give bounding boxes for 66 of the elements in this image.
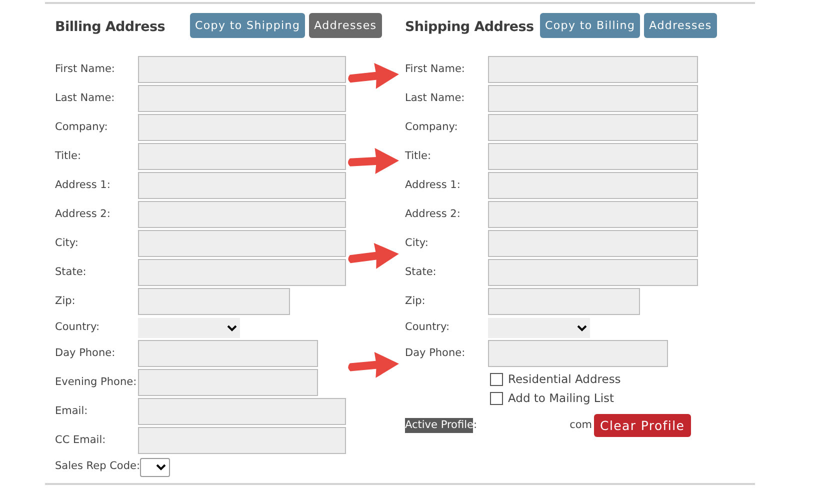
input-field[interactable] bbox=[488, 143, 698, 170]
field-label: Country: bbox=[55, 320, 100, 335]
input-field[interactable] bbox=[138, 369, 318, 396]
field-label: Sales Rep Code: bbox=[55, 459, 140, 474]
addresses-button[interactable]: Addresses bbox=[309, 13, 382, 38]
checkbox-label: Add to Mailing List bbox=[508, 390, 614, 407]
field-label: Address 2: bbox=[405, 206, 462, 222]
field-label: First Name: bbox=[55, 62, 116, 77]
input-field[interactable] bbox=[138, 427, 346, 454]
field-label: Email: bbox=[55, 404, 89, 419]
field-label: City: bbox=[55, 236, 80, 251]
profile-value: com bbox=[570, 418, 592, 431]
input-field[interactable] bbox=[138, 288, 290, 315]
field-label: Evening Phone: bbox=[55, 374, 138, 390]
field-label: Company: bbox=[405, 120, 459, 135]
field-label: Address 1: bbox=[405, 178, 462, 193]
field-label: State: bbox=[405, 264, 438, 280]
input-field[interactable] bbox=[138, 172, 346, 199]
addresses-button[interactable]: Addresses bbox=[644, 13, 717, 38]
section-heading: Shipping Address bbox=[405, 18, 535, 37]
input-field[interactable] bbox=[488, 288, 640, 315]
country-select[interactable] bbox=[488, 318, 590, 338]
copy-button[interactable]: Copy to Billing bbox=[540, 13, 640, 38]
input-field[interactable] bbox=[488, 85, 698, 112]
input-field[interactable] bbox=[138, 398, 346, 425]
profile-label: Active Profile bbox=[405, 418, 474, 434]
checkbox-label: Residential Address bbox=[508, 370, 621, 388]
input-field[interactable] bbox=[488, 56, 698, 83]
field-label: Address 1: bbox=[55, 178, 112, 193]
field-label: Country: bbox=[405, 320, 450, 335]
input-field[interactable] bbox=[488, 172, 698, 199]
checkbox[interactable] bbox=[490, 373, 503, 386]
field-label: Last Name: bbox=[405, 90, 466, 106]
field-label: Day Phone: bbox=[405, 346, 466, 361]
section-heading: Billing Address bbox=[55, 18, 166, 37]
input-field[interactable] bbox=[138, 114, 346, 141]
field-label: Company: bbox=[55, 120, 109, 135]
input-field[interactable] bbox=[138, 56, 346, 83]
field-label: First Name: bbox=[405, 62, 466, 77]
field-label: Last Name: bbox=[55, 90, 116, 106]
input-field[interactable] bbox=[138, 201, 346, 228]
copy-button[interactable]: Copy to Shipping bbox=[190, 13, 306, 38]
field-label: Title: bbox=[55, 148, 82, 164]
field-label: Day Phone: bbox=[55, 346, 116, 361]
input-field[interactable] bbox=[138, 230, 346, 257]
input-field[interactable] bbox=[488, 230, 698, 257]
input-field[interactable] bbox=[488, 340, 668, 367]
field-label: Zip: bbox=[55, 294, 76, 309]
field-label: Address 2: bbox=[55, 206, 112, 222]
input-field[interactable] bbox=[138, 259, 346, 286]
field-label: CC Email: bbox=[55, 432, 107, 448]
field-label: City: bbox=[405, 236, 430, 251]
input-field[interactable] bbox=[488, 201, 698, 228]
clear-profile-button[interactable]: Clear Profile bbox=[594, 414, 691, 437]
field-label: Title: bbox=[405, 148, 432, 164]
input-field[interactable] bbox=[138, 85, 346, 112]
checkbox[interactable] bbox=[490, 392, 503, 405]
input-field[interactable] bbox=[488, 114, 698, 141]
input-field[interactable] bbox=[488, 259, 698, 286]
field-label: Zip: bbox=[405, 294, 426, 309]
colon-text: : bbox=[473, 418, 478, 433]
input-field[interactable] bbox=[138, 143, 346, 170]
input-field[interactable] bbox=[138, 340, 318, 367]
country-select[interactable] bbox=[138, 318, 240, 338]
field-label: State: bbox=[55, 264, 88, 280]
sales-rep-select[interactable] bbox=[140, 458, 170, 476]
